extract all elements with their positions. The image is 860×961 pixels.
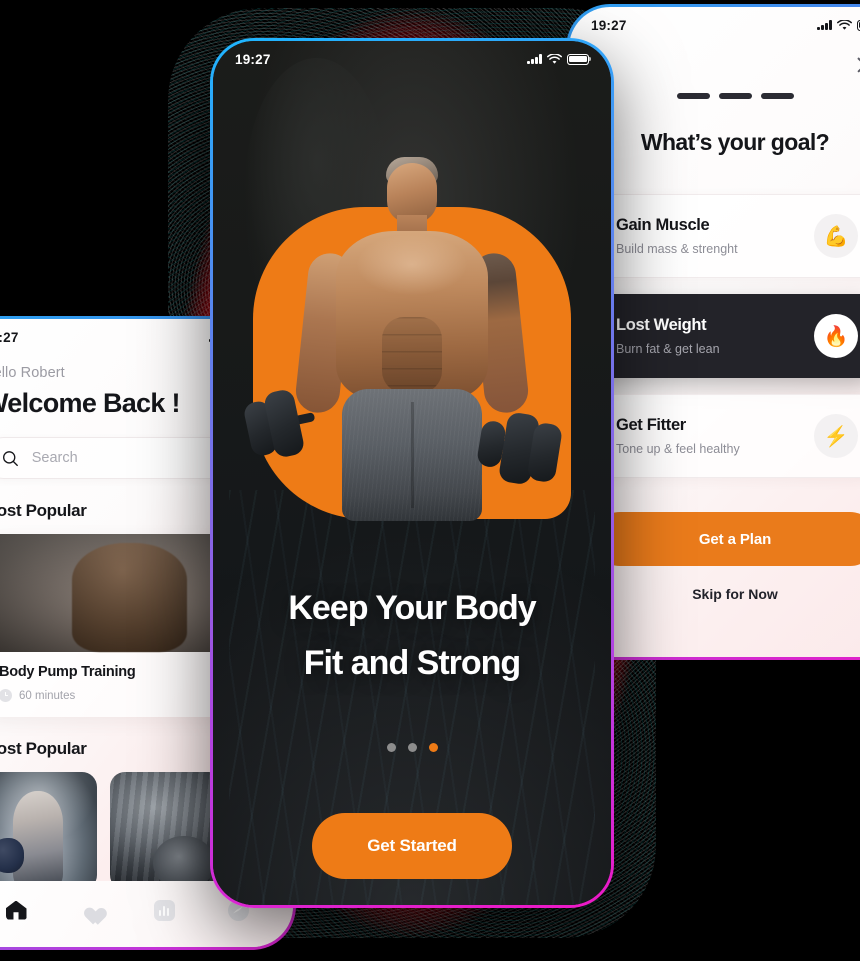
battery-icon: [567, 53, 589, 65]
status-time: 19:27: [235, 51, 271, 67]
wifi-icon: [837, 19, 852, 30]
screenshot-stage: 19:27 Hello Robert Welcome Back !: [0, 0, 860, 961]
signal-bars-icon: [527, 54, 542, 64]
carousel-dots: [213, 743, 611, 752]
athlete-head: [387, 163, 437, 223]
status-time: 19:27: [0, 329, 19, 345]
wifi-icon: [547, 53, 562, 64]
dumbbell-left-icon: [241, 381, 341, 464]
goal-option-subtitle: Build mass & strenght: [616, 242, 738, 256]
goal-option-get-fitter[interactable]: Get Fitter Tone up & feel healthy ⚡: [593, 394, 860, 478]
goal-option-title: Lost Weight: [616, 316, 707, 334]
sidebar-item-home[interactable]: [3, 897, 29, 923]
get-a-plan-button[interactable]: Get a Plan: [593, 512, 860, 566]
sidebar-item-favorites[interactable]: [77, 897, 103, 923]
signal-bars-icon: [817, 20, 832, 30]
goal-option-list: Gain Muscle Build mass & strenght 💪 Lost…: [593, 194, 860, 478]
goal-page-title: What’s your goal?: [640, 129, 830, 155]
search-icon: [3, 450, 18, 466]
goal-option-subtitle: Burn fat & get lean: [616, 342, 720, 356]
status-time: 19:27: [591, 17, 627, 33]
athlete-figure: [242, 157, 571, 521]
athlete-shorts: [342, 389, 482, 521]
status-icons: [527, 53, 589, 65]
progress-steps: [593, 93, 860, 99]
dumbbell-right-icon: [472, 405, 586, 494]
goal-option-text: Get Fitter Tone up & feel healthy: [616, 416, 740, 456]
onboarding-phone-screen: 19:27 Keep Your Body Fit and Strong Get …: [213, 41, 611, 905]
close-icon[interactable]: [853, 53, 860, 77]
hero-headline-line-2: Fit and Strong: [303, 644, 521, 683]
workout-tile-boxing[interactable]: [0, 772, 97, 890]
skip-for-now-button[interactable]: Skip for Now: [593, 586, 860, 602]
carousel-dot-1[interactable]: [386, 743, 396, 752]
carousel-dot-3-active[interactable]: [428, 743, 438, 752]
progress-step-2: [718, 93, 752, 99]
goal-option-text: Gain Muscle Build mass & strenght: [616, 216, 738, 256]
close-row: [593, 43, 860, 77]
clock-icon: [0, 689, 12, 702]
onboarding-status-bar: 19:27: [213, 41, 611, 77]
hero-headline-line-1: Keep Your Body: [288, 589, 536, 627]
hero-headline: Keep Your Body Fit and Strong: [213, 581, 611, 691]
goal-option-title: Get Fitter: [616, 416, 686, 434]
carousel-dot-2[interactable]: [407, 743, 417, 752]
lightning-bolt-icon: ⚡: [814, 414, 858, 458]
progress-step-1: [676, 93, 710, 99]
sidebar-item-stats[interactable]: [151, 897, 177, 923]
workout-duration-label: 60 minutes: [19, 689, 76, 702]
goal-option-text: Lost Weight Burn fat & get lean: [616, 316, 720, 356]
status-icons: [817, 19, 860, 31]
flexed-biceps-icon: 💪: [814, 214, 858, 258]
fire-icon: 🔥: [814, 314, 858, 358]
goal-option-title: Gain Muscle: [616, 216, 710, 234]
home-icon: [5, 900, 27, 920]
goal-status-bar: 19:27: [569, 7, 860, 43]
goal-option-gain-muscle[interactable]: Gain Muscle Build mass & strenght 💪: [593, 194, 860, 278]
heart-icon: [80, 901, 100, 919]
get-started-button[interactable]: Get Started: [312, 813, 512, 879]
onboarding-phone-frame: 19:27 Keep Your Body Fit and Strong Get …: [210, 38, 614, 908]
bar-chart-icon: [153, 899, 175, 921]
goal-option-subtitle: Tone up & feel healthy: [616, 442, 740, 456]
goal-option-lost-weight[interactable]: Lost Weight Burn fat & get lean 🔥: [593, 294, 860, 378]
progress-step-3: [760, 93, 794, 99]
athlete-abs: [382, 317, 442, 393]
hero-athlete-graphic: [242, 157, 571, 521]
workout-tile-dumbbells[interactable]: [110, 772, 224, 890]
